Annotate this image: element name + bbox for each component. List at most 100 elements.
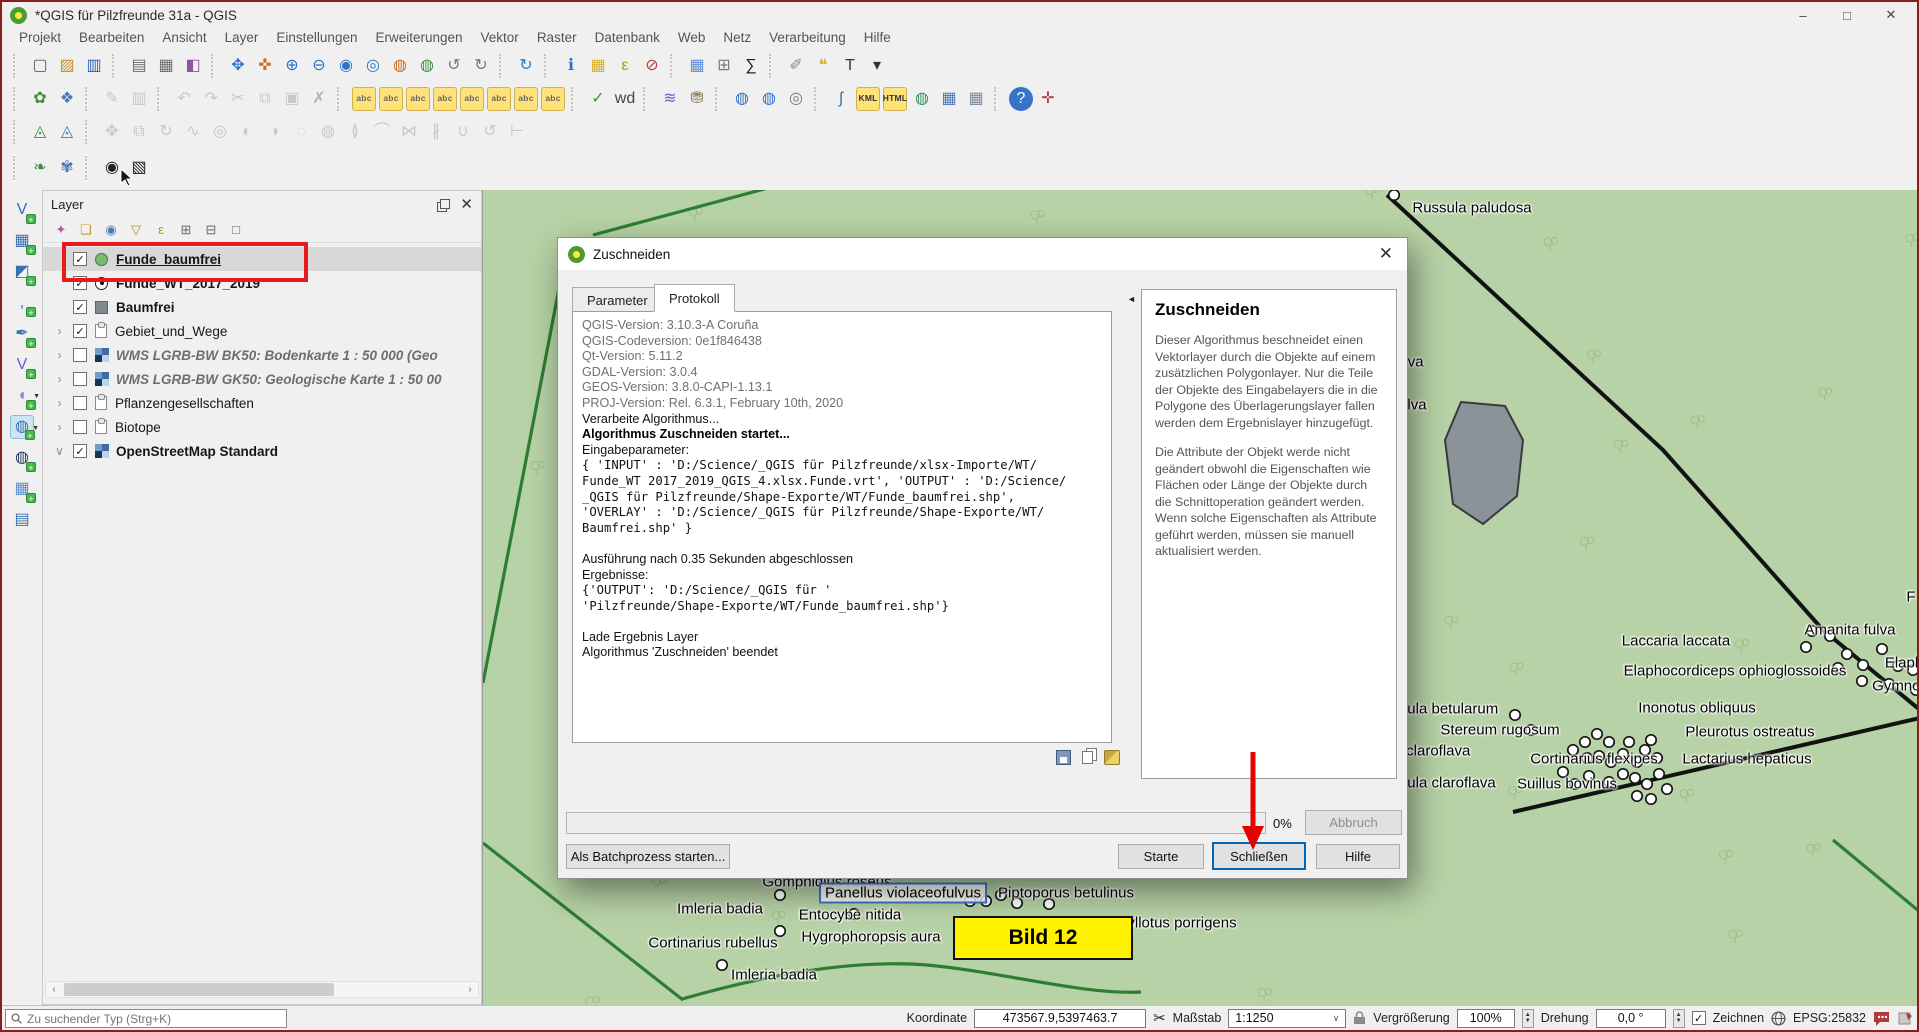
- measure-line-icon[interactable]: ✐: [784, 54, 808, 78]
- trim-extend-icon[interactable]: ⊢: [505, 120, 529, 144]
- reshape-features-icon[interactable]: ⌒: [370, 120, 394, 144]
- db-manager-icon[interactable]: ≋: [658, 87, 682, 111]
- add-delimited-text-icon[interactable]: ,+: [10, 291, 34, 315]
- expander-icon[interactable]: ∨: [53, 444, 66, 458]
- paste-features-icon[interactable]: ▣: [280, 87, 304, 111]
- add-wfs-layer-icon[interactable]: ◍+: [10, 446, 34, 470]
- zoom-native-icon[interactable]: ◉: [334, 54, 358, 78]
- collapse-help-icon[interactable]: ◄: [1127, 294, 1136, 304]
- task-indicator-icon[interactable]: [1897, 1011, 1913, 1026]
- toolbar-separator[interactable]: [643, 87, 652, 111]
- run-as-batch-button[interactable]: Als Batchprozess starten...: [566, 844, 730, 869]
- zoom-full-icon[interactable]: ◎: [361, 54, 385, 78]
- expander-icon[interactable]: ›: [53, 372, 66, 386]
- label-add-icon[interactable]: abc: [379, 87, 403, 111]
- filter-legend-icon[interactable]: ▽: [126, 220, 146, 240]
- data-source-manager-icon[interactable]: ▤: [10, 508, 34, 532]
- locator-search[interactable]: [5, 1009, 287, 1028]
- expression-filter-icon[interactable]: ε: [151, 220, 171, 240]
- close-panel-icon[interactable]: ✕: [460, 195, 473, 213]
- log-messages-icon[interactable]: [1873, 1011, 1890, 1026]
- metasearch-a-icon[interactable]: ◍: [730, 87, 754, 111]
- html-export-icon[interactable]: HTML: [883, 87, 907, 111]
- horizontal-scrollbar[interactable]: ‹ ›: [45, 981, 479, 998]
- toolbar-separator[interactable]: [499, 54, 508, 78]
- magnifier-stepper[interactable]: ▲▼: [1522, 1009, 1534, 1028]
- toggle-editing-icon[interactable]: ✎: [100, 87, 124, 111]
- label-pin-icon[interactable]: abc: [352, 87, 376, 111]
- add-part-icon[interactable]: ◐: [235, 120, 259, 144]
- toolbar-separator[interactable]: [112, 54, 121, 78]
- log-output[interactable]: QGIS-Version: 3.10.3-A CoruñaQGIS-Codeve…: [572, 311, 1112, 743]
- georeferencer-a-icon[interactable]: ❧: [28, 156, 52, 180]
- scrollbar-thumb[interactable]: [64, 983, 334, 996]
- chevron-down-icon[interactable]: ▼: [32, 425, 39, 432]
- save-edits-icon[interactable]: ▥: [127, 87, 151, 111]
- camera-import-icon[interactable]: ◉: [100, 156, 124, 180]
- label-callout-icon[interactable]: abc: [514, 87, 538, 111]
- plugin-vector-a-icon[interactable]: ✿: [28, 87, 52, 111]
- menu-vektor[interactable]: Vektor: [472, 30, 528, 45]
- layer-row-baumfrei[interactable]: › ✓ Baumfrei: [43, 295, 481, 319]
- move-feature-icon[interactable]: ✥: [100, 120, 124, 144]
- identify-features-icon[interactable]: ℹ: [559, 54, 583, 78]
- coordinate-input[interactable]: 473567.9,5397463.7: [974, 1009, 1146, 1028]
- rotate-feature-icon[interactable]: ↻: [154, 120, 178, 144]
- clear-log-icon[interactable]: [1104, 750, 1120, 765]
- metasearch-b-icon[interactable]: ◍: [757, 87, 781, 111]
- toolbar-separator[interactable]: [85, 87, 94, 111]
- pan-to-selection-icon[interactable]: ✜: [253, 54, 277, 78]
- select-features-icon[interactable]: ▦: [586, 54, 610, 78]
- menu-ansicht[interactable]: Ansicht: [153, 30, 215, 45]
- new-project-icon[interactable]: ▢: [28, 54, 52, 78]
- toolbar-separator[interactable]: [814, 87, 823, 111]
- crs-code[interactable]: EPSG:25832: [1793, 1011, 1866, 1025]
- collapse-all-icon[interactable]: ⊟: [201, 220, 221, 240]
- layout-manager-icon[interactable]: ◧: [181, 54, 205, 78]
- toolbar-separator[interactable]: [13, 156, 22, 180]
- delete-ring-icon[interactable]: ◌: [289, 120, 313, 144]
- menu-einstellungen[interactable]: Einstellungen: [267, 30, 366, 45]
- layer-row-pflanzengesellschaften[interactable]: › Pflanzengesellschaften: [43, 391, 481, 415]
- layer-checkbox[interactable]: [73, 348, 87, 362]
- label-move-icon[interactable]: abc: [433, 87, 457, 111]
- menu-erweiterungen[interactable]: Erweiterungen: [366, 30, 471, 45]
- toolbar-separator[interactable]: [544, 54, 553, 78]
- start-button[interactable]: Starte: [1118, 844, 1204, 869]
- layer-row-openstreetmap[interactable]: ∨ ✓ OpenStreetMap Standard: [43, 439, 481, 463]
- text-annotation-icon[interactable]: T: [838, 54, 862, 78]
- extents-icon[interactable]: ✂: [1153, 1009, 1166, 1027]
- toolbar-separator[interactable]: [85, 120, 94, 144]
- field-calculator-icon[interactable]: ⊞: [712, 54, 736, 78]
- layer-checkbox[interactable]: [73, 396, 87, 410]
- manage-map-themes-icon[interactable]: ◉: [101, 220, 121, 240]
- lock-scale-icon[interactable]: [1353, 1011, 1366, 1025]
- expander-icon[interactable]: ›: [53, 420, 66, 434]
- toolbar-separator[interactable]: [13, 120, 22, 144]
- grid-b-icon[interactable]: ▦: [964, 87, 988, 111]
- delete-selected-icon[interactable]: ✗: [307, 87, 331, 111]
- split-features-icon[interactable]: ⋈: [397, 120, 421, 144]
- crs-globe-icon[interactable]: [1771, 1011, 1786, 1026]
- zoom-in-icon[interactable]: ⊕: [280, 54, 304, 78]
- split-parts-icon[interactable]: ∦: [424, 120, 448, 144]
- toolbar-separator[interactable]: [13, 87, 22, 111]
- scroll-left-icon[interactable]: ‹: [46, 984, 62, 995]
- simplify-feature-icon[interactable]: ∿: [181, 120, 205, 144]
- print-layout-icon[interactable]: ▤: [127, 54, 151, 78]
- dialog-title-bar[interactable]: Zuschneiden: [558, 238, 1407, 270]
- layer-row-wms-gk50[interactable]: › WMS LGRB-BW GK50: Geologische Karte 1 …: [43, 367, 481, 391]
- check-validity-icon[interactable]: ✓: [586, 87, 610, 111]
- kml-export-icon[interactable]: KML: [856, 87, 880, 111]
- layer-row-funde-baumfrei[interactable]: › ✓ Funde_baumfrei: [43, 247, 481, 271]
- remove-layer-icon[interactable]: □: [226, 220, 246, 240]
- add-vector-layer-icon[interactable]: V+: [10, 198, 34, 222]
- render-checkbox[interactable]: ✓: [1692, 1011, 1706, 1025]
- tab-protokoll[interactable]: Protokoll: [654, 284, 735, 312]
- toolbar-separator[interactable]: [85, 156, 94, 180]
- menu-verarbeitung[interactable]: Verarbeitung: [760, 30, 855, 45]
- add-virtual-layer-icon[interactable]: V+: [10, 353, 34, 377]
- zoom-next-icon[interactable]: ↻: [469, 54, 493, 78]
- menu-hilfe[interactable]: Hilfe: [855, 30, 900, 45]
- label-change-icon[interactable]: abc: [487, 87, 511, 111]
